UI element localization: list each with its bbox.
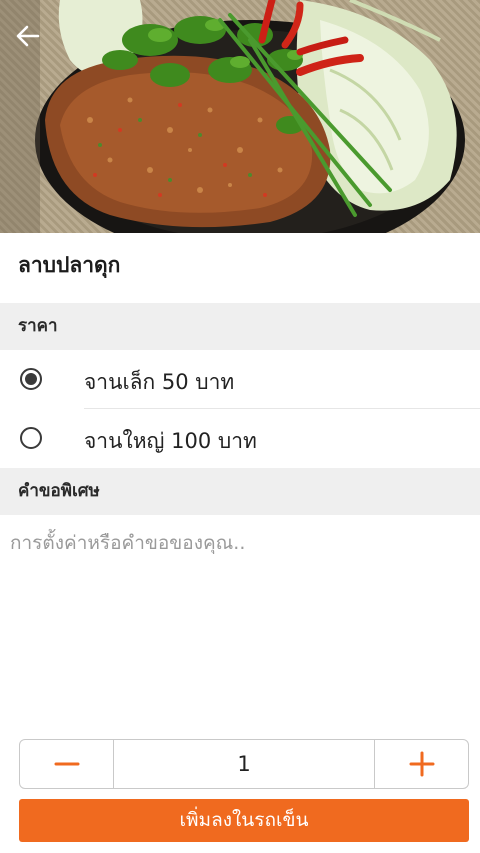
- plus-icon: [409, 751, 434, 777]
- dish-photo: [0, 0, 480, 233]
- decrease-quantity-button[interactable]: [20, 740, 114, 788]
- radio-unselected-icon[interactable]: [20, 427, 42, 449]
- back-button[interactable]: [10, 18, 46, 54]
- dish-title: ลาบปลาดุก: [18, 253, 121, 277]
- arrow-left-icon: [16, 25, 40, 47]
- dish-photo-illustration: [0, 0, 465, 233]
- add-to-cart-button[interactable]: เพิ่มลงในรถเข็น: [19, 799, 469, 842]
- increase-quantity-button[interactable]: [374, 740, 468, 788]
- price-option-label: จานใหญ่ 100 บาท: [84, 429, 257, 453]
- radio-selected-icon[interactable]: [20, 368, 42, 390]
- price-option-label: จานเล็ก 50 บาท: [84, 370, 235, 394]
- special-request-input[interactable]: [10, 528, 470, 718]
- quantity-value: 1: [237, 752, 251, 776]
- price-option-small[interactable]: จานเล็ก 50 บาท: [0, 350, 480, 408]
- minus-icon: [54, 762, 79, 766]
- price-option-large[interactable]: จานใหญ่ 100 บาท: [0, 409, 480, 467]
- quantity-stepper: 1: [19, 739, 469, 789]
- special-request-header: คำขอพิเศษ: [0, 468, 480, 515]
- price-section-header: ราคา: [0, 303, 480, 350]
